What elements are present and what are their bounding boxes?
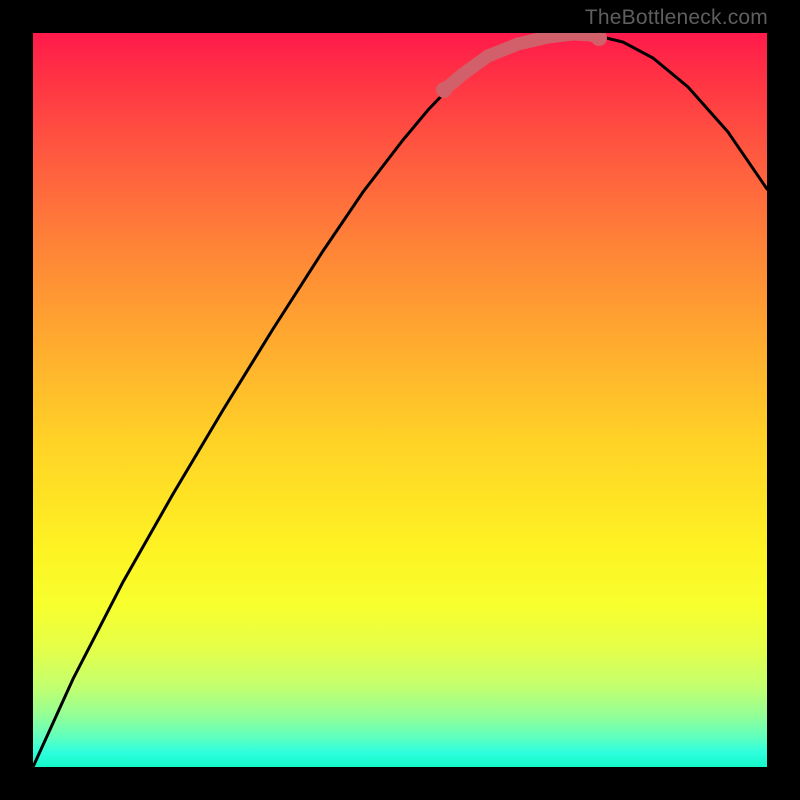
chart-frame: TheBottleneck.com	[0, 0, 800, 800]
plot-area	[33, 33, 767, 767]
marker-highlight-end	[591, 33, 607, 46]
highlight-segment	[444, 34, 599, 90]
marker-highlight-start	[436, 82, 452, 98]
watermark-text: TheBottleneck.com	[585, 6, 768, 30]
curve-layer	[33, 33, 767, 767]
bottleneck-curve	[33, 34, 767, 767]
